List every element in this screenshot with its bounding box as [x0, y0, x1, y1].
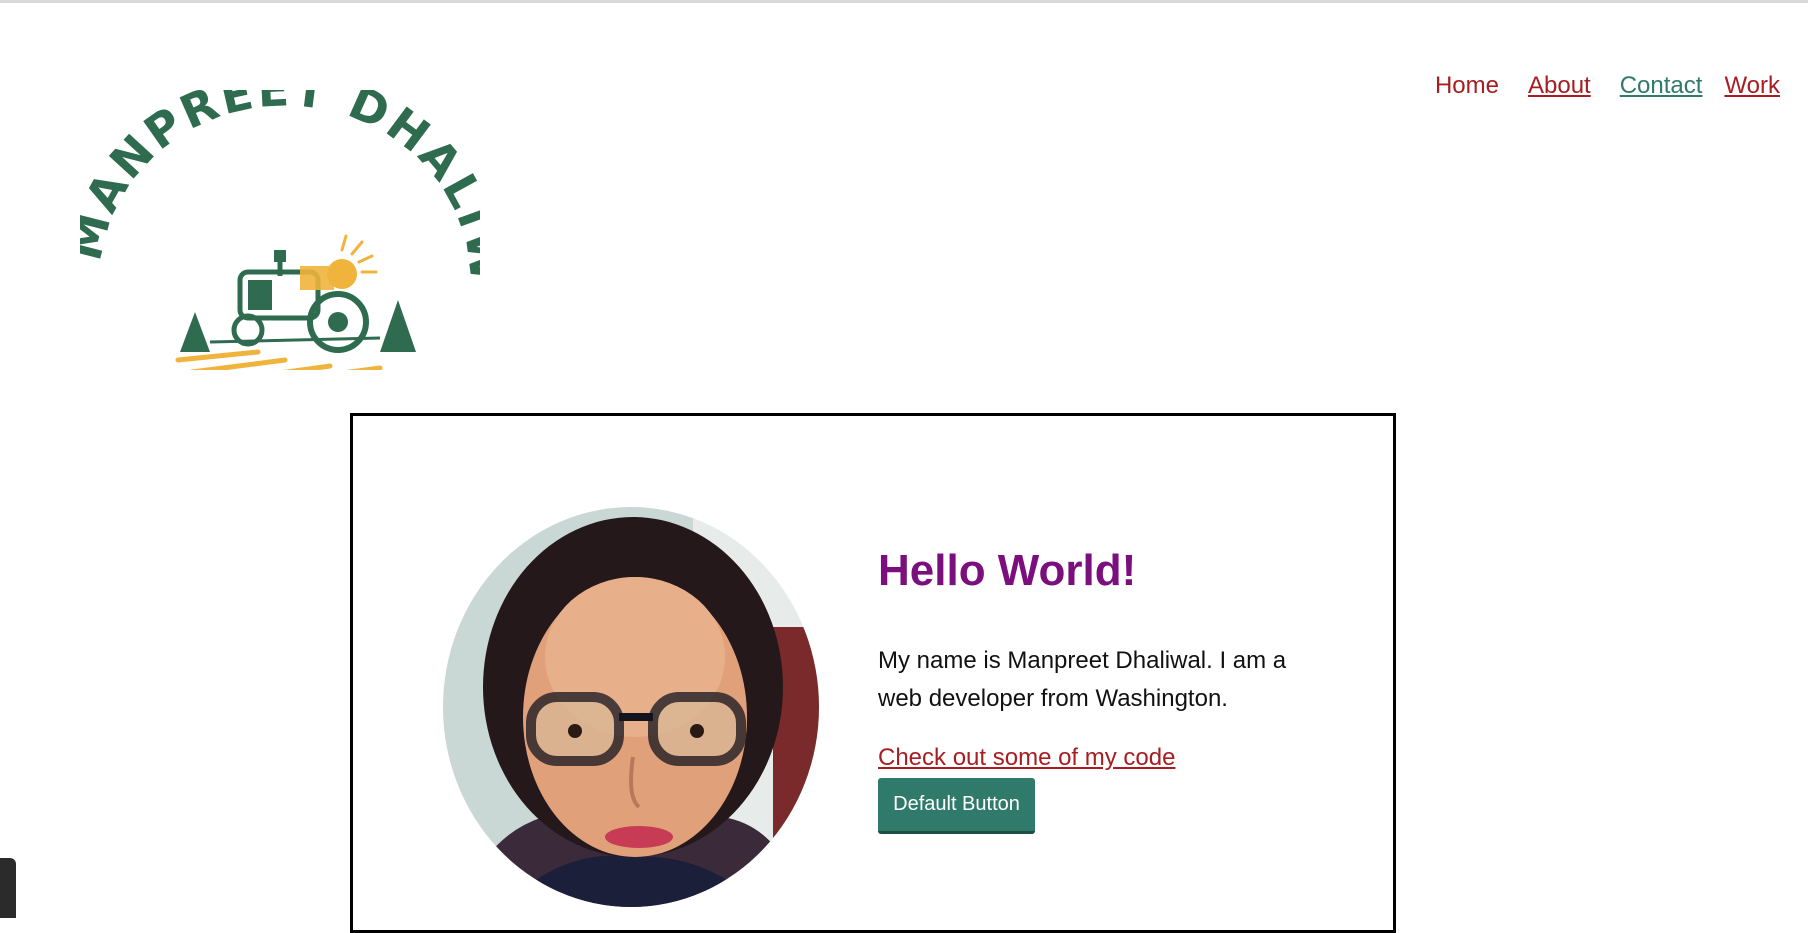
nav-about-link[interactable]: About: [1528, 72, 1591, 100]
default-button[interactable]: Default Button: [878, 778, 1035, 834]
main-nav: Home About Contact Work: [1435, 72, 1780, 100]
tractor-logo-icon: MANPREET DHALIWAL: [57, 47, 512, 383]
check-code-link[interactable]: Check out some of my code: [878, 744, 1175, 772]
nav-work-link[interactable]: Work: [1724, 72, 1780, 100]
hero-card: Hello World! My name is Manpreet Dhaliwa…: [350, 413, 1396, 933]
nav-contact-link[interactable]: Contact: [1620, 72, 1703, 100]
profile-photo: [443, 507, 819, 907]
hero-bio: My name is Manpreet Dhaliwal. I am a web…: [878, 647, 1287, 712]
corner-tab[interactable]: [0, 858, 16, 918]
site-logo[interactable]: MANPREET DHALIWAL: [57, 47, 512, 383]
top-divider: [0, 0, 1808, 3]
hero-heading: Hello World!: [878, 546, 1137, 595]
nav-home-link[interactable]: Home: [1435, 72, 1499, 100]
